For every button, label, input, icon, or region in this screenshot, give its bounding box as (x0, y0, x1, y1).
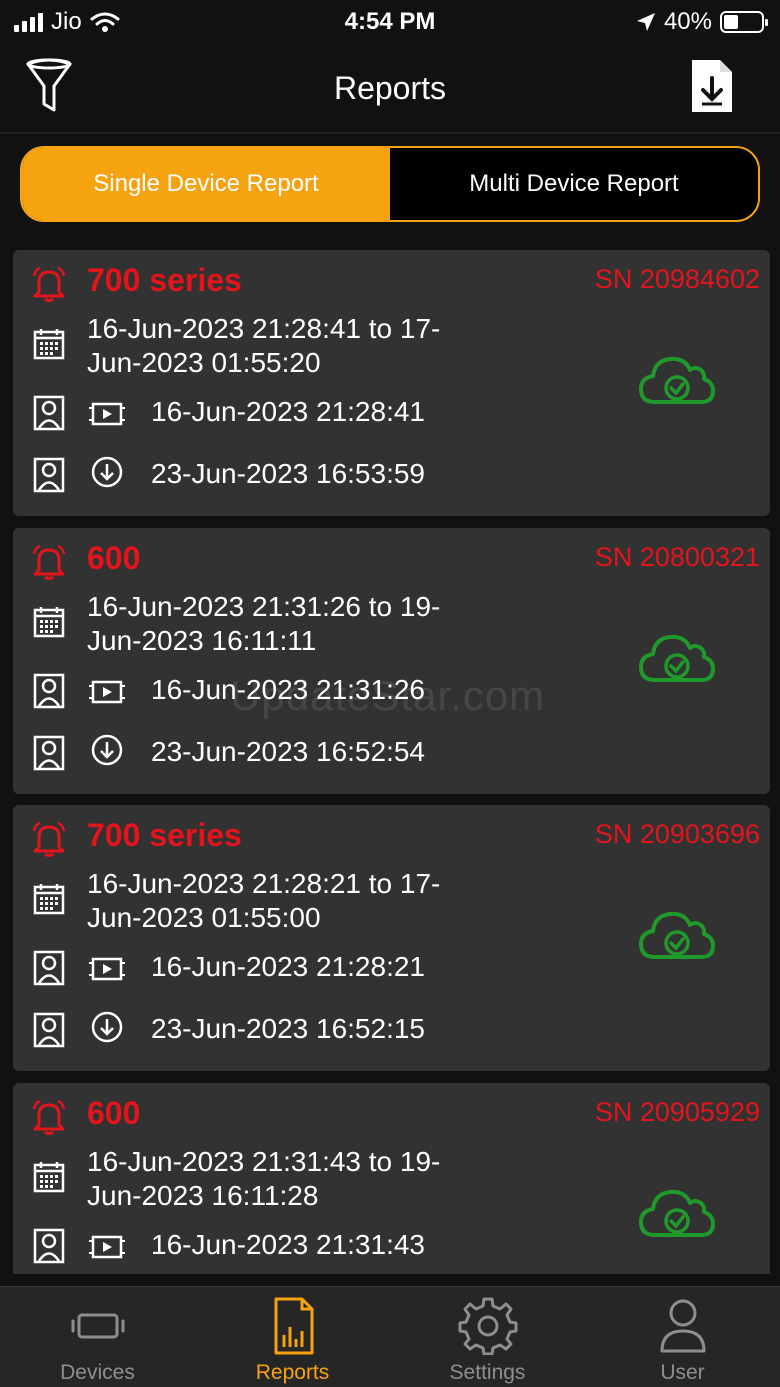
date-range: 16-Jun-2023 21:31:43 to 19- Jun-2023 16:… (87, 1145, 507, 1213)
alarm-bell-icon (32, 544, 66, 580)
download-circle-icon (91, 734, 123, 766)
battery-level (724, 15, 739, 29)
cloud-synced-icon[interactable] (637, 628, 717, 688)
serial-number: SN 20984602 (594, 264, 760, 294)
page-title: Reports (333, 70, 447, 106)
report-list[interactable]: 700 series SN 20984602 16-Jun-2023 21:28… (13, 250, 770, 1274)
download-time: 23-Jun-2023 16:52:54 (151, 736, 425, 767)
date-range-line-1: 16-Jun-2023 21:31:26 to 19- (87, 591, 441, 622)
date-range-line-1: 16-Jun-2023 21:31:43 to 19- (87, 1146, 441, 1177)
device-icon (71, 1313, 124, 1339)
tab-settings[interactable]: Settings (390, 1287, 585, 1387)
start-time: 16-Jun-2023 21:28:41 (151, 396, 425, 427)
date-range-line-2: Jun-2023 16:11:28 (87, 1180, 319, 1211)
header-divider (0, 132, 780, 134)
download-time: 23-Jun-2023 16:53:59 (151, 458, 425, 489)
user-profile-icon (33, 457, 65, 493)
device-model: 700 series (87, 817, 242, 853)
alarm-bell-icon (32, 821, 66, 857)
battery-percent: 40% (663, 8, 712, 35)
calendar-icon (33, 607, 65, 638)
report-type-segment: Single Device Report Multi Device Report (20, 146, 760, 222)
cloud-synced-icon[interactable] (637, 1183, 717, 1243)
date-range: 16-Jun-2023 21:28:41 to 17- Jun-2023 01:… (87, 312, 507, 380)
user-profile-icon (33, 673, 65, 709)
battery-icon (720, 11, 768, 33)
date-range: 16-Jun-2023 21:31:26 to 19- Jun-2023 16:… (87, 590, 507, 658)
device-model: 600 (87, 540, 141, 576)
calendar-icon (33, 329, 65, 360)
user-profile-icon (33, 395, 65, 431)
video-start-icon (89, 680, 125, 704)
tab-devices[interactable]: Devices (0, 1287, 195, 1387)
tab-label: User (660, 1361, 705, 1384)
date-range-line-2: Jun-2023 01:55:20 (87, 347, 321, 378)
report-card[interactable]: 700 series SN 20984602 16-Jun-2023 21:28… (13, 250, 770, 516)
start-time: 16-Jun-2023 21:28:21 (151, 951, 425, 982)
date-range: 16-Jun-2023 21:28:21 to 17- Jun-2023 01:… (87, 867, 507, 935)
reports-icon (274, 1297, 313, 1355)
report-card[interactable]: 600 SN 20905929 16-Jun-2023 21:31:43 to … (13, 1083, 770, 1274)
start-time: 16-Jun-2023 21:31:43 (151, 1229, 425, 1260)
report-card[interactable]: 600 SN 20800321 16-Jun-2023 21:31:26 to … (13, 528, 770, 794)
tab-reports[interactable]: Reports (195, 1287, 390, 1387)
location-arrow-icon (636, 13, 655, 31)
calendar-icon (33, 884, 65, 915)
user-profile-icon (33, 735, 65, 771)
tab-single-device-report[interactable]: Single Device Report (22, 148, 390, 220)
date-range-line-2: Jun-2023 16:11:11 (87, 625, 317, 656)
start-time: 16-Jun-2023 21:31:26 (151, 674, 425, 705)
serial-number: SN 20800321 (594, 542, 760, 572)
tab-label: Devices (60, 1361, 135, 1384)
user-profile-icon (33, 1012, 65, 1048)
video-start-icon (89, 1235, 125, 1259)
status-bar: Jio 4:54 PM 40% (0, 0, 780, 44)
tab-multi-device-report[interactable]: Multi Device Report (390, 148, 758, 220)
serial-number: SN 20903696 (594, 819, 760, 849)
video-start-icon (89, 402, 125, 426)
device-model: 600 (87, 1095, 141, 1131)
cloud-synced-icon[interactable] (637, 350, 717, 410)
alarm-bell-icon (32, 266, 66, 302)
user-profile-icon (33, 950, 65, 986)
download-circle-icon (91, 456, 123, 488)
download-report-icon[interactable] (690, 58, 734, 114)
user-icon (660, 1299, 705, 1353)
date-range-line-2: Jun-2023 01:55:00 (87, 902, 321, 933)
download-time: 23-Jun-2023 16:52:15 (151, 1013, 425, 1044)
video-start-icon (89, 957, 125, 981)
nav-header: Reports (0, 44, 780, 134)
calendar-icon (33, 1162, 65, 1193)
tab-label: Settings (449, 1361, 526, 1384)
tab-user[interactable]: User (585, 1287, 780, 1387)
alarm-bell-icon (32, 1099, 66, 1135)
serial-number: SN 20905929 (594, 1097, 760, 1127)
user-profile-icon (33, 1228, 65, 1264)
bottom-tab-bar: Devices Reports Settings User (0, 1286, 780, 1387)
date-range-line-1: 16-Jun-2023 21:28:21 to 17- (87, 868, 441, 899)
device-model: 700 series (87, 262, 242, 298)
download-circle-icon (91, 1011, 123, 1043)
tab-label: Reports (255, 1361, 330, 1384)
report-card[interactable]: 700 series SN 20903696 16-Jun-2023 21:28… (13, 805, 770, 1071)
cloud-synced-icon[interactable] (637, 905, 717, 965)
status-right: 40% (636, 8, 768, 36)
date-range-line-1: 16-Jun-2023 21:28:41 to 17- (87, 313, 441, 344)
gear-icon (458, 1297, 517, 1355)
